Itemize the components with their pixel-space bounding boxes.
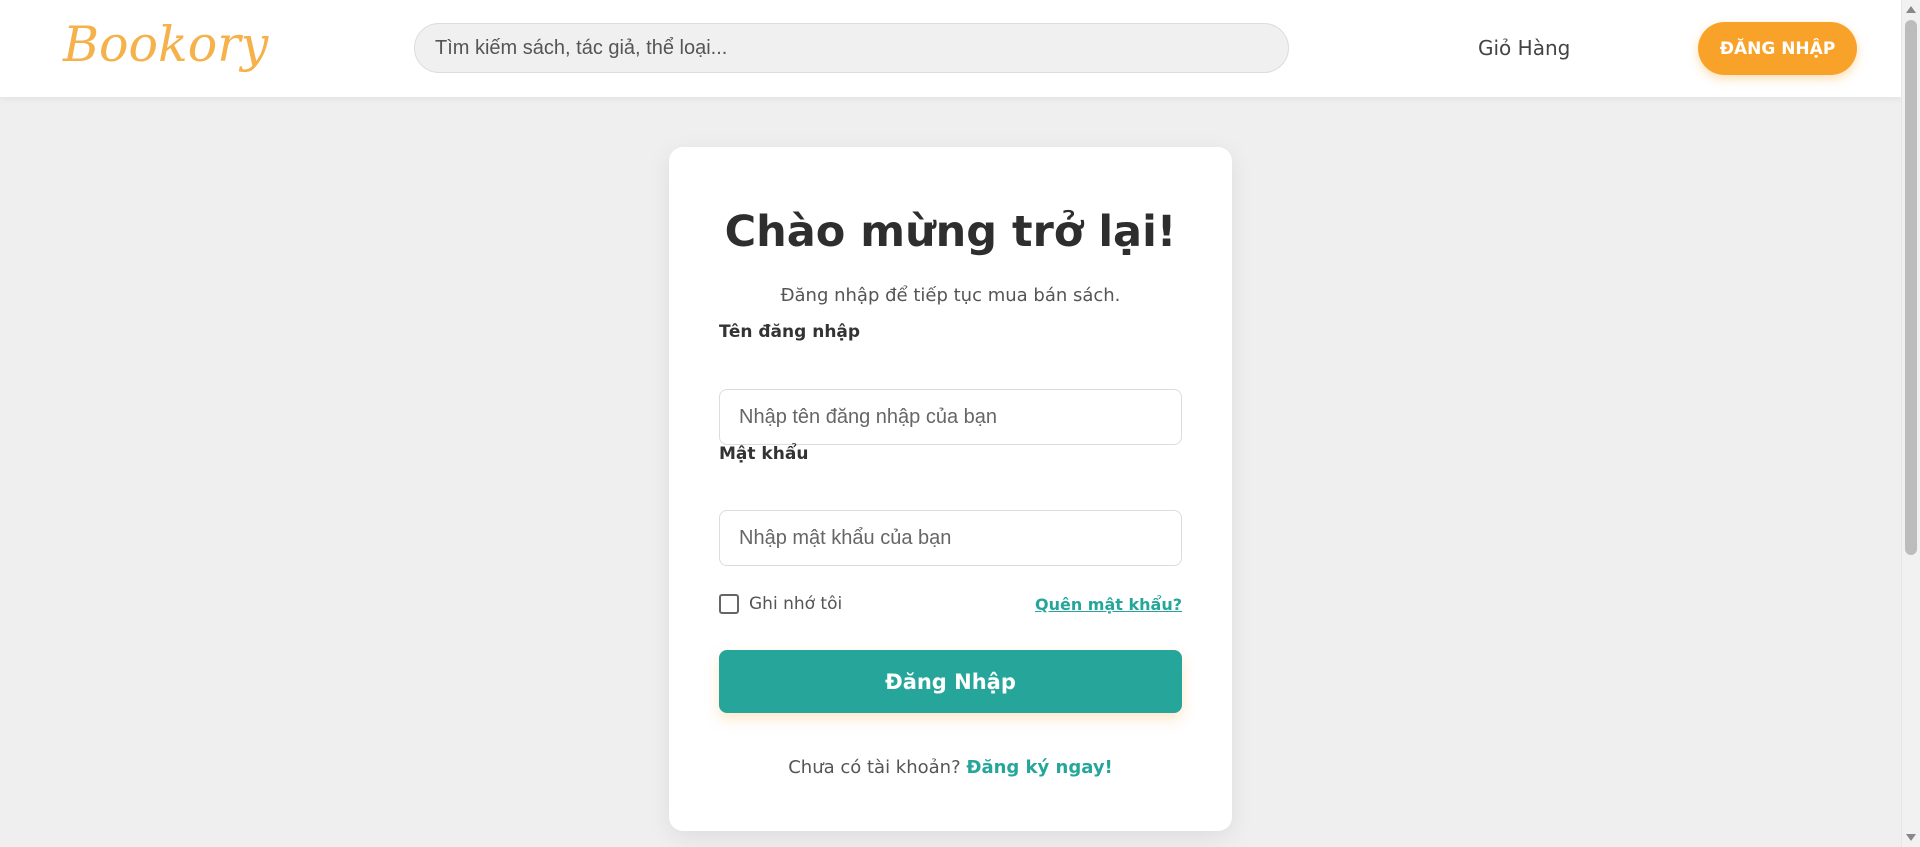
bookory-logo[interactable]: Bookory (63, 16, 268, 73)
signup-row: Chưa có tài khoản? Đăng ký ngay! (669, 757, 1232, 778)
login-title: Chào mừng trở lại! (724, 207, 1177, 257)
search-input[interactable] (414, 23, 1289, 73)
header-login-button[interactable]: ĐĂNG NHẬP (1698, 22, 1857, 75)
password-label: Mật khẩu (719, 444, 809, 464)
vertical-scrollbar[interactable] (1901, 0, 1920, 847)
signup-link[interactable]: Đăng ký ngay! (966, 757, 1112, 778)
password-input[interactable] (719, 510, 1182, 566)
login-card: Chào mừng trở lại! Đăng nhập để tiếp tục… (669, 147, 1232, 831)
signup-prompt: Chưa có tài khoản? (788, 757, 967, 778)
submit-login-button[interactable]: Đăng Nhập (719, 650, 1182, 713)
scrollbar-thumb[interactable] (1905, 20, 1917, 555)
scroll-up-arrow-icon[interactable] (1906, 6, 1916, 13)
remember-me-checkbox[interactable] (719, 594, 739, 614)
login-subtitle: Đăng nhập để tiếp tục mua bán sách. (780, 285, 1121, 306)
cart-link[interactable]: Giỏ Hàng (1478, 36, 1570, 60)
forgot-password-link[interactable]: Quên mật khẩu? (1035, 595, 1182, 614)
remember-me-label: Ghi nhớ tôi (749, 594, 843, 614)
username-label: Tên đăng nhập (719, 322, 861, 342)
top-navbar: Bookory Giỏ Hàng ĐĂNG NHẬP (0, 0, 1901, 97)
username-input[interactable] (719, 389, 1182, 445)
scroll-down-arrow-icon[interactable] (1906, 834, 1916, 841)
remember-me-option[interactable]: Ghi nhớ tôi (719, 594, 842, 614)
